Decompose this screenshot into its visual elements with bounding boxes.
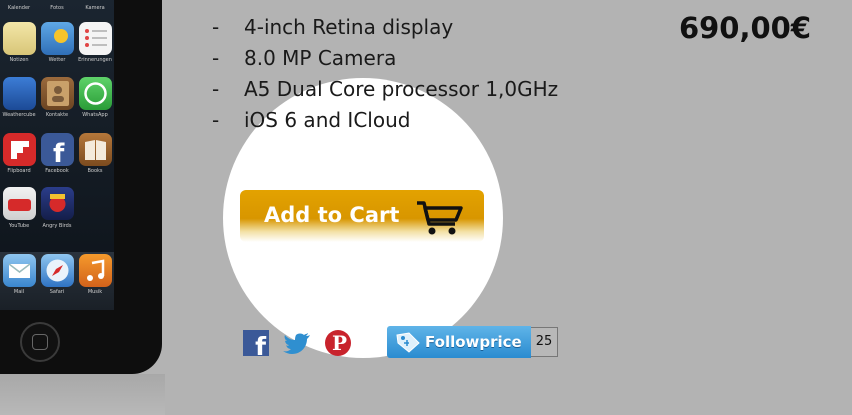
facebook-glyph: f (255, 332, 266, 361)
notes-app-icon (3, 22, 36, 55)
feature-dash: - (212, 108, 220, 132)
pinterest-icon[interactable]: P (325, 330, 351, 356)
app-label-flipboard: Flipboard (7, 168, 31, 174)
add-to-cart-button[interactable]: Add to Cart (240, 190, 484, 242)
app-label-kamera: Kamera (85, 5, 105, 11)
app-label-books: Books (87, 168, 103, 174)
product-page: Kalender Fotos Kamera Notizen Wetter Eri… (0, 0, 852, 415)
feature-text: 4-inch Retina display (244, 15, 454, 39)
reminders-app-icon (79, 22, 112, 55)
contacts-app-icon (41, 77, 74, 110)
youtube-app-icon (3, 187, 36, 220)
app-label-safari: Safari (49, 289, 65, 295)
price-tag-icon (396, 332, 420, 353)
books-app-icon (79, 133, 112, 166)
app-label-musik: Musik (87, 289, 103, 295)
app-label-notizen: Notizen (9, 57, 29, 63)
followprice-widget[interactable]: Followprice 25 (387, 326, 559, 358)
feature-dash: - (212, 77, 220, 101)
feature-text: A5 Dual Core processor 1,0GHz (244, 77, 559, 101)
whatsapp-app-icon (79, 77, 112, 110)
home-square-icon (32, 334, 48, 350)
app-label-angry-birds: Angry Birds (42, 223, 72, 229)
product-price: 690,00€ (678, 11, 812, 45)
feature-text: iOS 6 and ICloud (244, 108, 411, 132)
weather-app-icon (41, 22, 74, 55)
svg-text:f: f (53, 139, 65, 166)
mail-app-icon (3, 254, 36, 287)
app-label-youtube: YouTube (8, 223, 30, 229)
feature-list: -4-inch Retina display -8.0 MP Camera -A… (212, 12, 558, 136)
app-label-kalender: Kalender (7, 5, 31, 11)
app-label-mail: Mail (13, 289, 25, 295)
weathercube-app-icon (3, 77, 36, 110)
safari-app-icon (41, 254, 74, 287)
app-label-facebook: Facebook (45, 168, 69, 174)
phone-image: Kalender Fotos Kamera Notizen Wetter Eri… (0, 0, 162, 374)
facebook-icon[interactable]: f (243, 330, 269, 361)
flipboard-app-icon (3, 133, 36, 166)
app-label-fotos: Fotos (50, 5, 64, 11)
phone-screen: Kalender Fotos Kamera Notizen Wetter Eri… (0, 0, 114, 270)
facebook-app-icon: f (41, 133, 74, 169)
feature-item: - iOS 6 and ICloud (212, 105, 558, 136)
twitter-icon[interactable] (283, 332, 311, 354)
app-label-erinnerungen: Erinnerungen (78, 57, 112, 63)
feature-dash: - (212, 46, 220, 70)
music-app-icon (79, 254, 112, 287)
feature-dash: - (212, 15, 220, 39)
cart-icon (417, 201, 463, 235)
feature-text: 8.0 MP Camera (244, 46, 397, 70)
feature-item: - A5 Dual Core processor 1,0GHz (212, 74, 558, 105)
app-label-kontakte: Kontakte (45, 112, 69, 118)
angry-birds-app-icon (41, 187, 74, 220)
app-label-weathercube: Weathercube (2, 112, 36, 118)
phone-dock: Mail Safari Musik (0, 252, 114, 310)
followprice-label: Followprice (425, 333, 522, 351)
feature-item: -8.0 MP Camera (212, 43, 558, 74)
phone-reflection (0, 374, 165, 415)
app-label-whatsapp: WhatsApp (82, 112, 108, 118)
feature-item: -4-inch Retina display (212, 12, 558, 43)
home-button (20, 322, 60, 362)
add-to-cart-label: Add to Cart (264, 203, 400, 227)
followprice-button[interactable]: Followprice (387, 326, 531, 358)
pinterest-glyph: P (332, 331, 348, 355)
followprice-count: 25 (531, 327, 558, 357)
app-label-wetter: Wetter (48, 57, 66, 63)
